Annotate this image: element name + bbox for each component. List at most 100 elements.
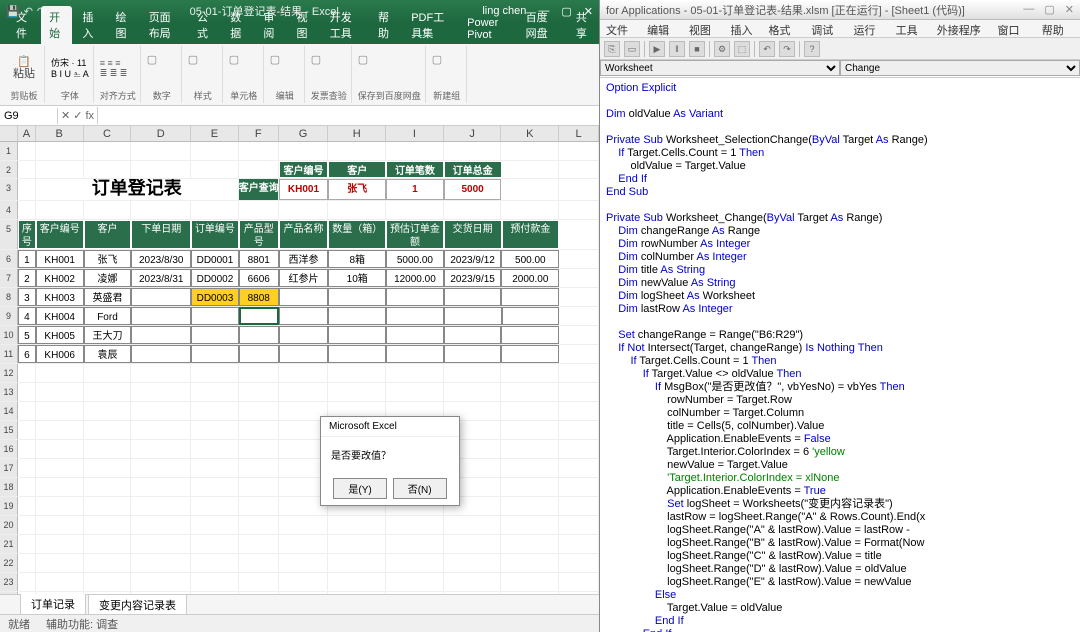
row-header[interactable]: 20: [0, 516, 18, 534]
cell[interactable]: 客户: [328, 161, 386, 178]
cell[interactable]: [239, 535, 279, 553]
cell[interactable]: [18, 440, 36, 458]
cell[interactable]: 客户编号: [36, 220, 84, 249]
column-header[interactable]: G: [279, 126, 329, 141]
cell[interactable]: 1: [386, 179, 444, 200]
cell[interactable]: [239, 326, 279, 344]
vba-menu-item[interactable]: 文件(F): [606, 22, 637, 35]
cell[interactable]: [18, 554, 36, 572]
cell[interactable]: [36, 459, 84, 477]
cell[interactable]: [279, 516, 329, 534]
cell[interactable]: [84, 364, 132, 382]
cell[interactable]: 5: [18, 326, 36, 344]
cell[interactable]: [328, 201, 386, 219]
cell[interactable]: [444, 535, 502, 553]
cell[interactable]: [191, 345, 239, 363]
share-button[interactable]: 共享: [568, 6, 599, 44]
cell[interactable]: 预付款金: [502, 220, 560, 249]
cell[interactable]: [84, 459, 132, 477]
row-header[interactable]: 17: [0, 459, 18, 477]
cell[interactable]: [131, 201, 191, 219]
cell[interactable]: [559, 250, 599, 268]
vba-tool-icon[interactable]: ‖: [669, 41, 685, 57]
cell[interactable]: [36, 516, 84, 534]
redo-icon[interactable]: ↷: [37, 5, 46, 18]
cell[interactable]: [559, 364, 599, 382]
cell[interactable]: 8801: [239, 250, 279, 268]
cell[interactable]: [191, 535, 239, 553]
cell[interactable]: 客户: [84, 220, 132, 249]
cell[interactable]: 王大刀: [84, 326, 132, 344]
cell[interactable]: 8808: [239, 288, 279, 306]
cell[interactable]: [191, 497, 239, 515]
cell[interactable]: [501, 535, 559, 553]
cell[interactable]: 2023/9/12: [444, 250, 502, 268]
cell[interactable]: 预估订单金额: [386, 220, 444, 249]
cell[interactable]: KH004: [36, 307, 84, 325]
cell[interactable]: [239, 402, 279, 420]
cell[interactable]: [386, 201, 444, 219]
column-header[interactable]: J: [444, 126, 502, 141]
cell[interactable]: [191, 440, 239, 458]
cell[interactable]: [501, 497, 559, 515]
cell[interactable]: [444, 383, 502, 401]
cell[interactable]: 订单编号: [191, 220, 239, 249]
cell[interactable]: [279, 288, 329, 306]
cell[interactable]: [84, 516, 132, 534]
cell[interactable]: [36, 402, 84, 420]
cell[interactable]: 500.00: [501, 250, 559, 268]
cell[interactable]: [559, 345, 599, 363]
cell[interactable]: [328, 307, 386, 325]
cell[interactable]: [444, 201, 502, 219]
cell[interactable]: [239, 383, 279, 401]
cell[interactable]: [559, 421, 599, 439]
cell[interactable]: [131, 345, 191, 363]
cell[interactable]: 2023/8/30: [131, 250, 191, 268]
vba-menu-item[interactable]: 工具(T): [896, 22, 927, 35]
ribbon-button[interactable]: ▢: [432, 53, 462, 83]
cell[interactable]: [501, 554, 559, 572]
cell[interactable]: KH002: [36, 269, 84, 287]
row-header[interactable]: 6: [0, 250, 18, 268]
cell[interactable]: [191, 459, 239, 477]
cell[interactable]: 客户查询: [239, 179, 279, 200]
cell[interactable]: [444, 345, 502, 363]
cell[interactable]: [36, 554, 84, 572]
cell[interactable]: [239, 364, 279, 382]
vba-menu-item[interactable]: 运行(R): [853, 22, 885, 35]
cell[interactable]: [191, 554, 239, 572]
cell[interactable]: [559, 288, 599, 306]
cell[interactable]: [18, 421, 36, 439]
cell[interactable]: [191, 478, 239, 496]
cell[interactable]: [444, 592, 502, 594]
cell[interactable]: [386, 142, 444, 160]
cell[interactable]: [84, 402, 132, 420]
cell[interactable]: [84, 554, 132, 572]
cell[interactable]: [131, 440, 191, 458]
row-header[interactable]: 10: [0, 326, 18, 344]
cell[interactable]: [444, 288, 502, 306]
cell[interactable]: [559, 179, 599, 200]
row-header[interactable]: 22: [0, 554, 18, 572]
cell[interactable]: 2: [18, 269, 36, 287]
cell[interactable]: [501, 326, 559, 344]
cell[interactable]: 12000.00: [386, 269, 444, 287]
cell[interactable]: [328, 554, 386, 572]
vba-minimize-icon[interactable]: —: [1023, 3, 1034, 16]
cell[interactable]: [502, 307, 560, 325]
cell[interactable]: [191, 421, 239, 439]
messagebox-yes-button[interactable]: 是(Y): [333, 478, 386, 499]
cell[interactable]: [559, 161, 599, 178]
row-header[interactable]: 4: [0, 201, 18, 219]
cell[interactable]: [501, 478, 559, 496]
cell[interactable]: 西洋参: [279, 250, 329, 268]
cell[interactable]: [328, 383, 386, 401]
cell[interactable]: [559, 402, 599, 420]
cell[interactable]: [559, 478, 599, 496]
cell[interactable]: KH003: [36, 288, 84, 306]
vba-tool-icon[interactable]: [754, 41, 755, 57]
cell[interactable]: [131, 459, 191, 477]
font-controls[interactable]: 仿宋 · 11B I U ⎁ A: [51, 56, 89, 80]
cell[interactable]: [191, 161, 239, 178]
cell[interactable]: [36, 201, 84, 219]
